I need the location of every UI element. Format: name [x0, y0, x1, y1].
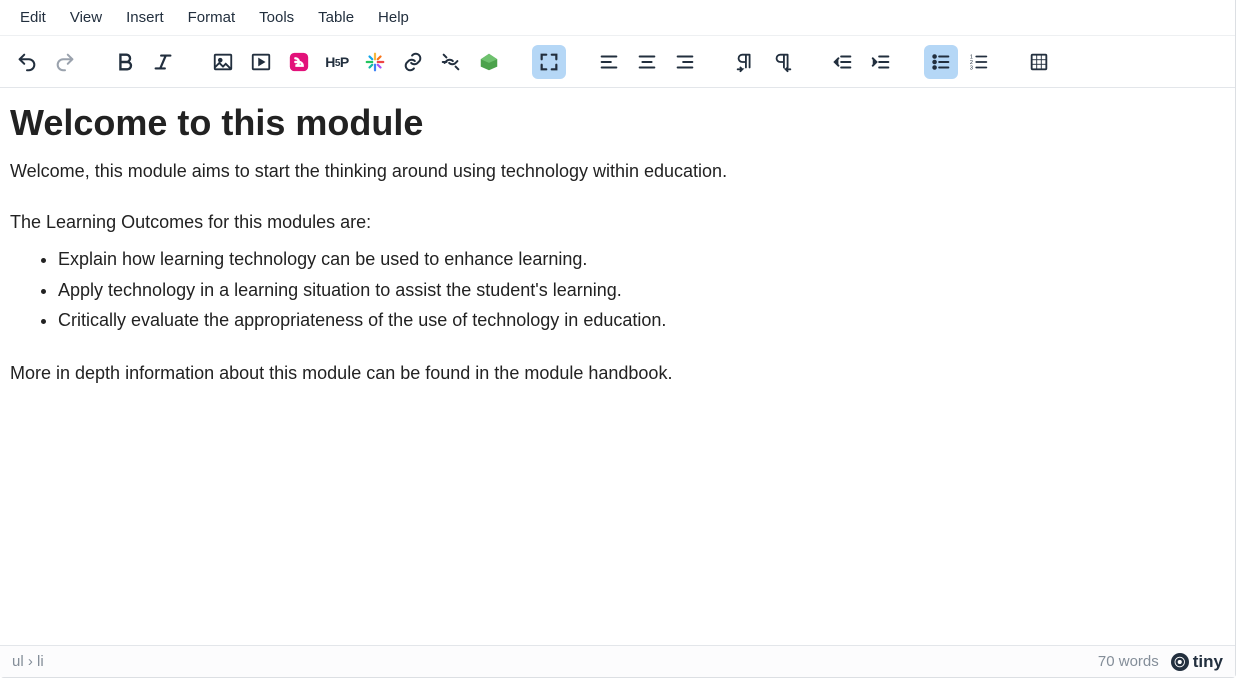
sparkle-button[interactable]: [358, 45, 392, 79]
svg-text:3: 3: [970, 65, 973, 71]
align-right-button[interactable]: [668, 45, 702, 79]
brand-label: tiny: [1193, 652, 1223, 672]
menu-insert[interactable]: Insert: [114, 3, 176, 32]
align-left-button[interactable]: [592, 45, 626, 79]
menu-tools[interactable]: Tools: [247, 3, 306, 32]
word-count[interactable]: 70 words: [1098, 653, 1159, 670]
list-item[interactable]: Critically evaluate the appropriateness …: [58, 305, 1225, 336]
bold-button[interactable]: [108, 45, 142, 79]
bold-icon: [114, 51, 136, 73]
sparkle-icon: [364, 51, 386, 73]
table-button[interactable]: [1022, 45, 1056, 79]
indent-icon: [870, 51, 892, 73]
outdent-button[interactable]: [826, 45, 860, 79]
content-p1[interactable]: Welcome, this module aims to start the t…: [10, 158, 1225, 185]
number-list-button[interactable]: 123: [962, 45, 996, 79]
align-left-icon: [598, 51, 620, 73]
content-list[interactable]: Explain how learning technology can be u…: [10, 244, 1225, 336]
redo-button[interactable]: [48, 45, 82, 79]
fullscreen-icon: [538, 51, 560, 73]
menu-edit[interactable]: Edit: [8, 3, 58, 32]
table-grid-icon: [1028, 51, 1050, 73]
bullet-list-button[interactable]: [924, 45, 958, 79]
h5p-button[interactable]: H5P: [320, 45, 354, 79]
unlink-button[interactable]: [434, 45, 468, 79]
content-p2[interactable]: The Learning Outcomes for this modules a…: [10, 209, 1225, 236]
content-heading[interactable]: Welcome to this module: [10, 102, 1225, 144]
media-button[interactable]: [244, 45, 278, 79]
tiny-logo[interactable]: ⦿ tiny: [1171, 652, 1223, 672]
statusbar: ul › li 70 words ⦿ tiny: [0, 645, 1235, 677]
undo-button[interactable]: [10, 45, 44, 79]
number-list-icon: 123: [968, 51, 990, 73]
align-center-button[interactable]: [630, 45, 664, 79]
menu-format[interactable]: Format: [176, 3, 248, 32]
ltr-icon: [734, 51, 756, 73]
list-item[interactable]: Explain how learning technology can be u…: [58, 244, 1225, 275]
link-button[interactable]: [396, 45, 430, 79]
editor-shell: Edit View Insert Format Tools Table Help: [0, 0, 1236, 678]
undo-icon: [16, 51, 38, 73]
italic-icon: [152, 51, 174, 73]
image-button[interactable]: [206, 45, 240, 79]
align-center-icon: [636, 51, 658, 73]
shape-icon: [478, 51, 500, 73]
tiny-glyph-icon: ⦿: [1171, 653, 1189, 671]
element-path[interactable]: ul › li: [12, 653, 44, 670]
rtl-icon: [772, 51, 794, 73]
bullet-list-icon: [930, 51, 952, 73]
toolbar: H5P: [0, 36, 1235, 88]
menu-table[interactable]: Table: [306, 3, 366, 32]
shape-button[interactable]: [472, 45, 506, 79]
menubar: Edit View Insert Format Tools Table Help: [0, 0, 1235, 36]
menu-help[interactable]: Help: [366, 3, 421, 32]
align-right-icon: [674, 51, 696, 73]
unlink-icon: [440, 51, 462, 73]
e-app-icon: [288, 51, 310, 73]
ltr-button[interactable]: [728, 45, 762, 79]
redo-icon: [54, 51, 76, 73]
editor-content[interactable]: Welcome to this module Welcome, this mod…: [0, 88, 1235, 645]
list-item[interactable]: Apply technology in a learning situation…: [58, 275, 1225, 306]
link-icon: [402, 51, 424, 73]
content-p3[interactable]: More in depth information about this mod…: [10, 360, 1225, 387]
image-icon: [212, 51, 234, 73]
italic-button[interactable]: [146, 45, 180, 79]
rtl-button[interactable]: [766, 45, 800, 79]
e-app-button[interactable]: [282, 45, 316, 79]
fullscreen-button[interactable]: [532, 45, 566, 79]
h5p-icon: H5P: [325, 54, 349, 70]
menu-view[interactable]: View: [58, 3, 114, 32]
media-icon: [250, 51, 272, 73]
outdent-icon: [832, 51, 854, 73]
indent-button[interactable]: [864, 45, 898, 79]
